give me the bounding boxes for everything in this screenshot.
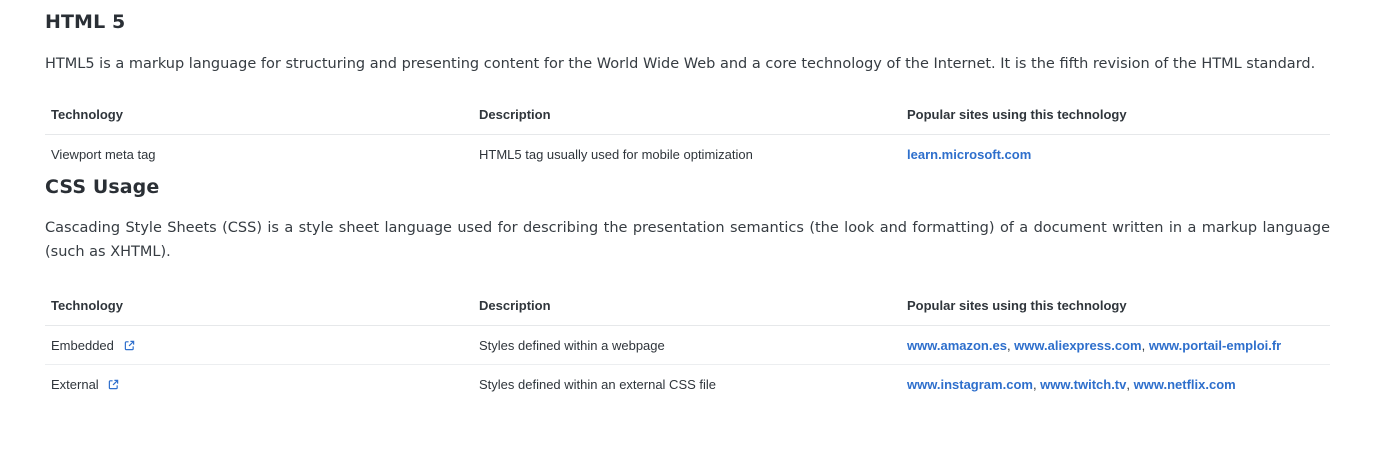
column-header-technology: Technology bbox=[45, 95, 473, 135]
description-cell: HTML5 tag usually used for mobile optimi… bbox=[479, 146, 753, 162]
popular-sites-cell: learn.microsoft.com bbox=[901, 135, 1330, 174]
technology-cell: Embedded bbox=[45, 325, 473, 365]
site-link[interactable]: www.twitch.tv bbox=[1040, 377, 1126, 392]
column-header-description: Description bbox=[473, 95, 901, 135]
column-header-popular-sites: Popular sites using this technology bbox=[901, 95, 1330, 135]
site-link[interactable]: www.amazon.es bbox=[907, 338, 1007, 353]
table-row: Embedded Styles defined within a webpage… bbox=[45, 325, 1330, 365]
technology-cell: Viewport meta tag bbox=[51, 146, 156, 162]
css-section-title: CSS Usage bbox=[45, 176, 160, 198]
css-section-description: Cascading Style Sheets (CSS) is a style … bbox=[45, 220, 1330, 260]
technology-cell: External bbox=[45, 365, 473, 404]
site-link[interactable]: www.instagram.com bbox=[907, 377, 1033, 392]
html5-section-description: HTML5 is a markup language for structuri… bbox=[45, 56, 1316, 72]
site-link[interactable]: learn.microsoft.com bbox=[907, 147, 1031, 162]
site-link[interactable]: www.portail-emploi.fr bbox=[1149, 338, 1281, 353]
site-link[interactable]: www.aliexpress.com bbox=[1014, 338, 1141, 353]
technology-label: External bbox=[51, 376, 99, 392]
table-row: Viewport meta tag HTML5 tag usually used… bbox=[45, 135, 1330, 174]
table-header-row: Technology Description Popular sites usi… bbox=[45, 286, 1330, 326]
table-row: External Styles defined within an extern… bbox=[45, 365, 1330, 404]
technology-label: Embedded bbox=[51, 337, 114, 353]
popular-sites-cell: www.instagram.com, www.twitch.tv, www.ne… bbox=[901, 365, 1330, 404]
column-header-technology: Technology bbox=[45, 286, 473, 326]
description-cell: Styles defined within a webpage bbox=[473, 325, 901, 365]
list-separator: , bbox=[1141, 337, 1149, 353]
external-link-icon[interactable] bbox=[108, 379, 119, 390]
html5-section-title: HTML 5 bbox=[45, 11, 126, 33]
column-header-description: Description bbox=[473, 286, 901, 326]
popular-sites-cell: www.amazon.es, www.aliexpress.com, www.p… bbox=[901, 325, 1330, 365]
list-separator: , bbox=[1126, 376, 1134, 392]
description-cell: Styles defined within an external CSS fi… bbox=[479, 376, 717, 392]
css-technology-table: Technology Description Popular sites usi… bbox=[45, 286, 1330, 403]
table-header-row: Technology Description Popular sites usi… bbox=[45, 95, 1330, 135]
column-header-popular-sites: Popular sites using this technology bbox=[901, 286, 1330, 326]
html5-technology-table: Technology Description Popular sites usi… bbox=[45, 95, 1330, 173]
page-content: HTML 5 HTML5 is a markup language for st… bbox=[0, 0, 1380, 403]
external-link-icon[interactable] bbox=[124, 340, 135, 351]
site-link[interactable]: www.netflix.com bbox=[1134, 377, 1236, 392]
